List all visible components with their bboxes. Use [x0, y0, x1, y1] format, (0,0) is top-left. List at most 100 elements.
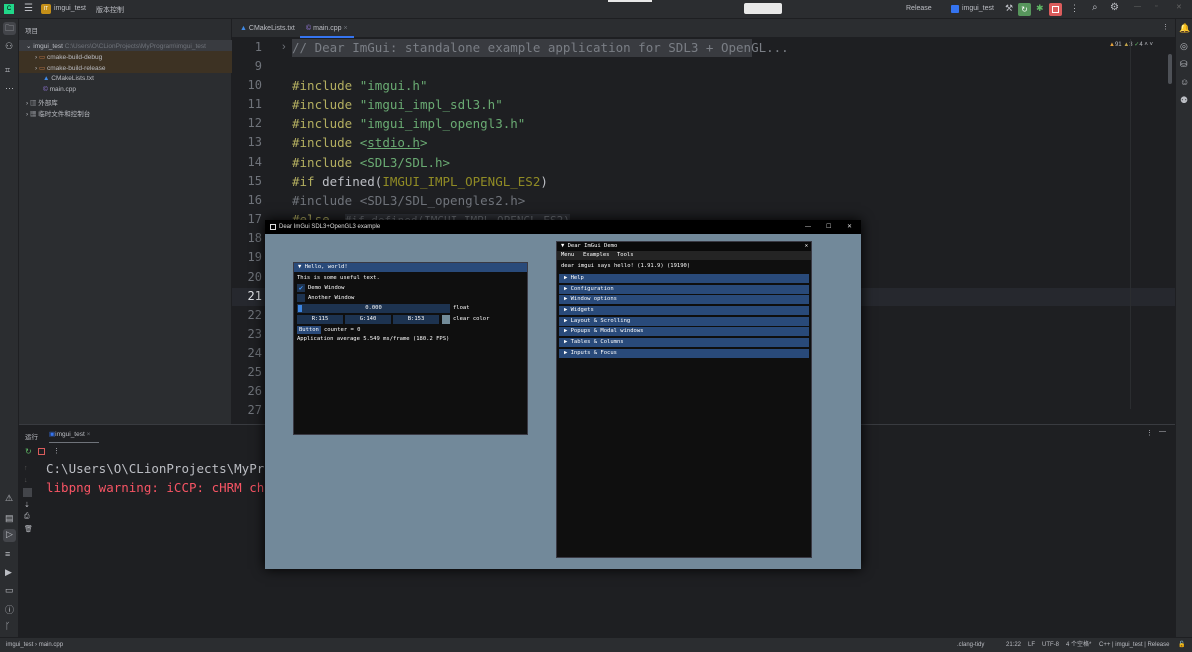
- todo-icon[interactable]: ≡: [5, 549, 10, 559]
- header-window-options[interactable]: ▶ Window options: [559, 295, 809, 304]
- tabs-more-icon[interactable]: ⋮: [1162, 23, 1169, 31]
- tree-item-cmake-build-debug[interactable]: › ▭ cmake-build-debug: [35, 53, 102, 61]
- print-icon[interactable]: ⎙: [24, 513, 30, 521]
- hello-world-window[interactable]: ▼ Hello, world! This is some useful text…: [293, 262, 528, 435]
- header-popups[interactable]: ▶ Popups & Modal windows: [559, 327, 809, 336]
- main-menu-icon[interactable]: ☰: [24, 3, 33, 14]
- editor-scrollbar[interactable]: [1168, 54, 1172, 84]
- status-position[interactable]: 21:22: [1006, 638, 1021, 652]
- demo-window[interactable]: ▼ Dear ImGui Demo ✕ Menu Examples Tools d…: [556, 241, 812, 558]
- account-icon[interactable]: ⚉: [1180, 95, 1188, 106]
- project-panel-title[interactable]: 项目: [25, 25, 38, 35]
- app-window[interactable]: Dear ImGui SDL3+OpenGL3 example — ☐ ✕ ▼ …: [265, 220, 861, 569]
- stop-icon[interactable]: [38, 448, 45, 455]
- color-swatch[interactable]: [442, 315, 450, 324]
- run-more-icon[interactable]: ⋮: [1146, 429, 1153, 437]
- status-indent[interactable]: 4 个空格*: [1066, 638, 1091, 652]
- tree-item-cmakelists[interactable]: ▲ CMakeLists.txt: [43, 75, 94, 82]
- project-selector[interactable]: imgui_test: [54, 5, 86, 12]
- notifications-icon[interactable]: 🔔: [1179, 23, 1190, 34]
- terminal-icon[interactable]: ▭: [5, 585, 14, 596]
- header-help[interactable]: ▶ Help: [559, 274, 809, 283]
- run-target-selector[interactable]: imgui_test: [962, 5, 994, 12]
- structure-icon[interactable]: ⌗: [5, 65, 10, 76]
- status-context[interactable]: C++ | imgui_test | Release: [1099, 638, 1170, 652]
- services-icon[interactable]: ▤: [5, 513, 14, 524]
- tree-row-root[interactable]: ⌄ imgui_test C:\Users\O\CLionProjects\My…: [19, 40, 232, 51]
- minimize-button[interactable]: —: [1134, 3, 1141, 10]
- status-encoding[interactable]: UTF-8: [1042, 638, 1059, 652]
- settings-icon[interactable]: ⚙: [1110, 2, 1119, 13]
- header-configuration[interactable]: ▶ Configuration: [559, 285, 809, 294]
- another-window-checkbox[interactable]: [297, 294, 305, 302]
- header-widgets[interactable]: ▶ Widgets: [559, 306, 809, 315]
- close-button[interactable]: ✕: [1176, 3, 1182, 11]
- header-tables[interactable]: ▶ Tables & Columns: [559, 338, 809, 347]
- project-folder-icon[interactable]: 🗀: [3, 22, 16, 35]
- color-b-field[interactable]: B:153: [393, 315, 439, 324]
- scroll-down-icon[interactable]: ↓: [24, 477, 28, 484]
- fold-icon[interactable]: ›: [282, 41, 286, 53]
- menu-tools[interactable]: Tools: [617, 251, 634, 260]
- menu-menu[interactable]: Menu: [561, 251, 574, 260]
- color-g-field[interactable]: G:140: [345, 315, 391, 324]
- line-number: 21: [247, 289, 262, 303]
- header-layout-scrolling[interactable]: ▶ Layout & Scrolling: [559, 317, 809, 326]
- hello-window-titlebar[interactable]: ▼ Hello, world!: [294, 263, 527, 272]
- status-line-ending[interactable]: LF: [1028, 638, 1035, 652]
- rerun-button[interactable]: ↻: [1018, 3, 1031, 16]
- search-icon[interactable]: ⌕: [1092, 2, 1098, 13]
- tab-main-cpp[interactable]: © main.cpp ×: [300, 19, 354, 38]
- build-icon[interactable]: ⚒: [1005, 3, 1013, 14]
- run-tab[interactable]: ▣imgui_test ×: [49, 430, 99, 443]
- header-inputs-focus[interactable]: ▶ Inputs & Focus: [559, 349, 809, 358]
- more-tools-icon[interactable]: ⋯: [5, 83, 14, 94]
- stop-button[interactable]: [1049, 3, 1062, 16]
- run-tool-icon[interactable]: ▷: [3, 529, 16, 542]
- tree-item-main-cpp[interactable]: © main.cpp: [43, 86, 76, 93]
- counter-button[interactable]: Button: [297, 326, 321, 334]
- git-icon[interactable]: ᚴ: [5, 621, 10, 631]
- maximize-button[interactable]: ▫: [1155, 3, 1157, 10]
- debug-tool-icon[interactable]: ▶: [5, 567, 12, 578]
- menu-examples[interactable]: Examples: [583, 251, 610, 260]
- status-linter[interactable]: .clang-tidy: [957, 638, 984, 652]
- demo-window-checkbox[interactable]: ✔: [297, 284, 305, 292]
- demo-close-icon[interactable]: ✕: [805, 242, 808, 251]
- app-window-titlebar[interactable]: Dear ImGui SDL3+OpenGL3 example — ☐ ✕: [265, 220, 861, 234]
- tree-item-cmake-build-release[interactable]: › ▭ cmake-build-release: [35, 64, 105, 72]
- code-line-16: #include <SDL3/SDL_opengles2.h>: [292, 193, 526, 208]
- demo-window-titlebar[interactable]: ▼ Dear ImGui Demo ✕: [557, 242, 811, 251]
- plugins-icon[interactable]: ⚇: [5, 41, 13, 52]
- info-icon[interactable]: ⓘ: [5, 603, 14, 616]
- debug-icon[interactable]: ✱: [1036, 3, 1044, 14]
- ai-assistant-icon[interactable]: ◎: [1180, 41, 1188, 52]
- config-selector[interactable]: Release: [906, 5, 932, 12]
- run-menu-icon[interactable]: ⋮: [53, 447, 60, 455]
- target-icon: [951, 5, 959, 13]
- status-breadcrumb[interactable]: imgui_test › main.cpp: [6, 638, 63, 652]
- tree-item-external-libs[interactable]: › ▥ 外部库: [26, 97, 58, 107]
- soft-wrap-icon[interactable]: [23, 488, 32, 497]
- app-close-button[interactable]: ✕: [847, 220, 852, 234]
- scroll-up-icon[interactable]: ↑: [24, 465, 28, 472]
- inspection-widget[interactable]: ▲91 ▲3 ✓4 ˄ ˅: [1109, 41, 1153, 48]
- copilot-icon[interactable]: ☺: [1180, 77, 1189, 87]
- app-maximize-button[interactable]: ☐: [826, 220, 831, 234]
- tab-cmakelists[interactable]: ▲ CMakeLists.txt: [234, 19, 301, 38]
- more-icon[interactable]: ⋮: [1070, 3, 1079, 14]
- database-icon[interactable]: ⛁: [1180, 59, 1188, 70]
- color-r-field[interactable]: R:115: [297, 315, 343, 324]
- run-hide-icon[interactable]: —: [1159, 428, 1166, 435]
- rerun-icon[interactable]: ↻: [25, 447, 32, 456]
- float-slider[interactable]: 0.000: [297, 304, 450, 313]
- slider-grab[interactable]: [298, 305, 302, 312]
- lock-icon[interactable]: 🔓: [1178, 638, 1185, 652]
- vcs-menu[interactable]: 版本控制: [96, 5, 124, 15]
- app-minimize-button[interactable]: —: [805, 220, 811, 234]
- tree-item-scratches[interactable]: › ▦ 临时文件和控制台: [26, 108, 90, 118]
- line-number: 1: [254, 40, 262, 54]
- scroll-end-icon[interactable]: ⇣: [24, 501, 30, 509]
- clear-icon[interactable]: 🗑: [24, 525, 33, 533]
- problems-icon[interactable]: ⚠: [5, 493, 13, 504]
